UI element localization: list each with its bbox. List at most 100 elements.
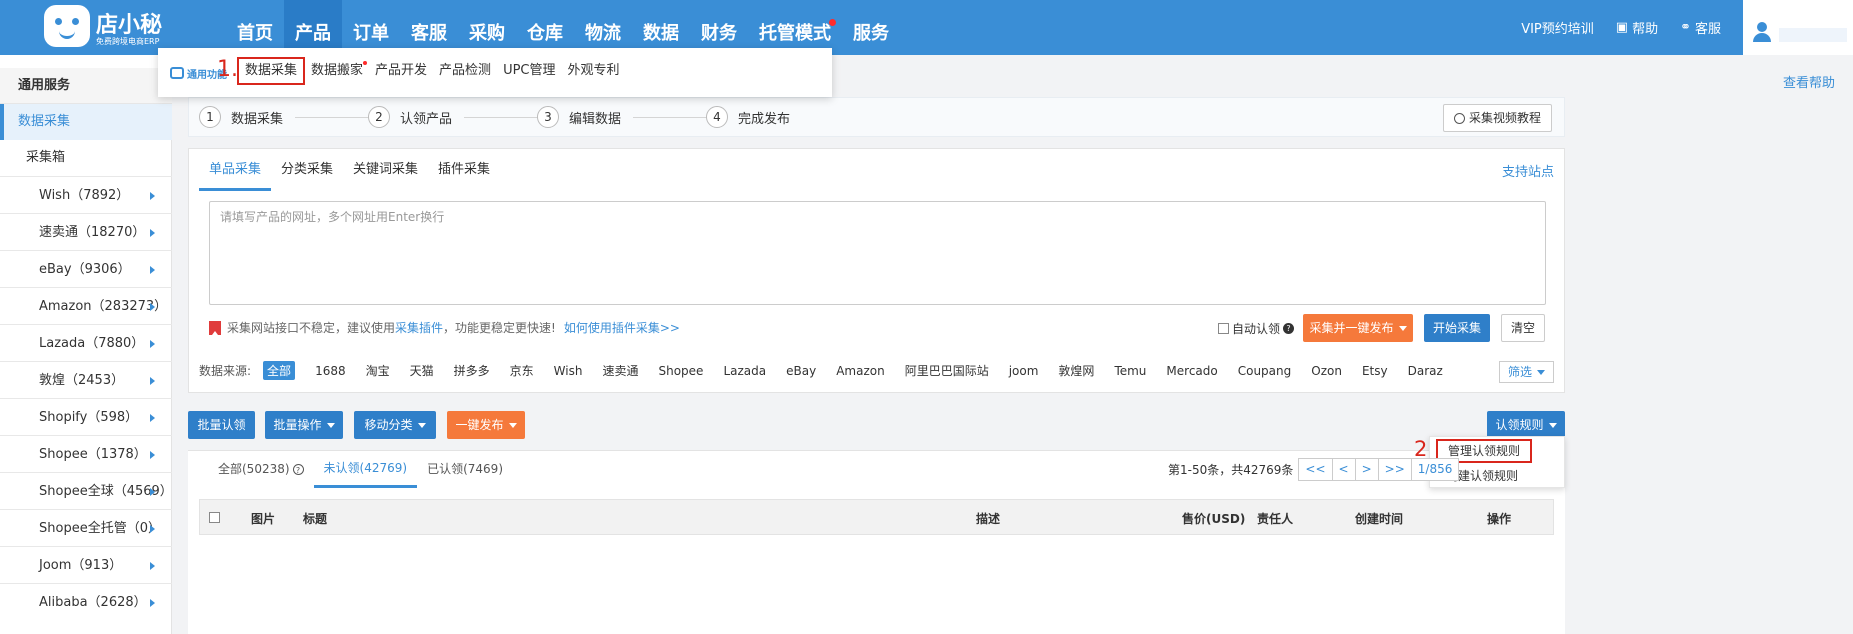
sidebar-item-lazada[interactable]: Lazada（7880）	[0, 324, 172, 361]
source-alibaba-intl[interactable]: 阿里巴巴国际站	[905, 362, 989, 379]
logo[interactable]: 店小秘 免费跨境电商ERP	[44, 3, 184, 51]
batch-ops-button[interactable]: 批量操作	[265, 411, 343, 439]
source-dhgate[interactable]: 敦煌网	[1058, 362, 1094, 379]
howto-plugin-link[interactable]: 如何使用插件采集>>	[564, 319, 680, 336]
source-shopee[interactable]: Shopee	[658, 364, 703, 378]
chevron-right-icon	[150, 340, 155, 348]
source-amazon[interactable]: Amazon	[836, 364, 885, 378]
source-coupang[interactable]: Coupang	[1238, 364, 1292, 378]
filter-button[interactable]: 筛选	[1498, 361, 1554, 383]
source-tmall[interactable]: 天猫	[410, 362, 434, 379]
tab-all[interactable]: 全部(50238)?	[208, 450, 314, 488]
submenu-design-patent[interactable]: 外观专利	[562, 57, 626, 85]
first-page-button[interactable]: <<	[1298, 458, 1333, 481]
sidebar-item-wish[interactable]: Wish（7892）	[0, 176, 172, 213]
url-input[interactable]	[209, 201, 1546, 305]
nav-hosting[interactable]: 托管模式	[748, 0, 842, 55]
nav-warehouse[interactable]: 仓库	[516, 0, 574, 55]
source-joom[interactable]: joom	[1009, 364, 1039, 378]
nav-finance[interactable]: 财务	[690, 0, 748, 55]
sidebar-item-ebay[interactable]: eBay（9306）	[0, 250, 172, 287]
play-icon	[1453, 112, 1465, 124]
last-page-button[interactable]: >>	[1377, 458, 1412, 481]
claim-rules-button[interactable]: 认领规则	[1487, 411, 1565, 439]
question-icon[interactable]: ?	[292, 463, 304, 475]
submenu-data-migration[interactable]: 数据搬家	[305, 57, 369, 85]
source-all[interactable]: 全部	[263, 361, 296, 380]
nav-home[interactable]: 首页	[226, 0, 284, 55]
username-placeholder	[1779, 28, 1847, 42]
help-link-top[interactable]: ▣ 帮助	[1616, 18, 1658, 37]
source-wish[interactable]: Wish	[554, 364, 583, 378]
plugin-link[interactable]: 采集插件	[395, 319, 443, 336]
submenu-product-check[interactable]: 产品检测	[433, 57, 497, 85]
tab-plugin-collect[interactable]: 插件采集	[428, 149, 500, 191]
nav-purchase[interactable]: 采购	[458, 0, 516, 55]
nav-data[interactable]: 数据	[632, 0, 690, 55]
move-category-button[interactable]: 移动分类	[354, 411, 436, 439]
next-page-button[interactable]: >	[1354, 458, 1379, 481]
chevron-right-icon	[150, 377, 155, 385]
tab-keyword-collect[interactable]: 关键词采集	[343, 149, 428, 191]
sidebar-item-data-collect[interactable]: 数据采集	[0, 104, 172, 140]
view-help-link[interactable]: 查看帮助	[1783, 72, 1835, 91]
source-etsy[interactable]: Etsy	[1362, 364, 1388, 378]
select-all-checkbox[interactable]	[209, 512, 220, 523]
sidebar-item-dhgate[interactable]: 敦煌（2453）	[0, 361, 172, 398]
sidebar-item-shopee[interactable]: Shopee（1378）	[0, 435, 172, 472]
user-menu[interactable]	[1743, 0, 1853, 55]
video-tutorial-button[interactable]: 采集视频教程	[1442, 104, 1552, 132]
source-temu[interactable]: Temu	[1114, 364, 1146, 378]
submenu-product-dev[interactable]: 产品开发	[369, 57, 433, 85]
tab-single-collect[interactable]: 单品采集	[199, 149, 272, 191]
clear-button[interactable]: 清空	[1501, 314, 1545, 342]
nav-product[interactable]: 产品	[284, 0, 342, 55]
sidebar-item-alibaba[interactable]: Alibaba（2628）	[0, 583, 172, 620]
tab-claimed[interactable]: 已认领(7469)	[417, 450, 513, 488]
source-daraz[interactable]: Daraz	[1408, 364, 1443, 378]
vip-training-link[interactable]: VIP预约培训	[1521, 18, 1594, 37]
nav-customer-service[interactable]: 客服	[400, 0, 458, 55]
tab-category-collect[interactable]: 分类采集	[271, 149, 343, 191]
chevron-right-icon	[150, 562, 155, 570]
source-ozon[interactable]: Ozon	[1311, 364, 1342, 378]
service-link[interactable]: ⚭ 客服	[1680, 18, 1721, 37]
source-mercado[interactable]: Mercado	[1166, 364, 1217, 378]
source-jd[interactable]: 京东	[510, 362, 534, 379]
source-pinduoduo[interactable]: 拼多多	[454, 362, 490, 379]
top-right-links: VIP预约培训 ▣ 帮助 ⚭ 客服	[1521, 0, 1853, 55]
sidebar-item-aliexpress[interactable]: 速卖通（18270）	[0, 213, 172, 250]
nav-logistics[interactable]: 物流	[574, 0, 632, 55]
sidebar-item-shopee-global[interactable]: Shopee全球（4569）	[0, 472, 173, 509]
collect-publish-button[interactable]: 采集并一键发布	[1303, 314, 1413, 342]
tab-unclaimed[interactable]: 未认领(42769)	[313, 450, 418, 488]
nav-order[interactable]: 订单	[342, 0, 400, 55]
source-aliexpress[interactable]: 速卖通	[602, 362, 638, 379]
submenu-data-collect[interactable]: 数据采集	[237, 57, 306, 85]
step-label: 编辑数据	[569, 111, 622, 127]
source-taobao[interactable]: 淘宝	[366, 362, 390, 379]
page-indicator[interactable]: 1/856	[1410, 458, 1460, 481]
sidebar-item-shopify[interactable]: Shopify（598）	[0, 398, 172, 435]
sidebar-item-shopee-managed[interactable]: Shopee全托管（0）	[0, 509, 172, 546]
source-ebay[interactable]: eBay	[786, 364, 816, 378]
submenu-upc[interactable]: UPC管理	[497, 57, 561, 85]
sidebar-item-label: Lazada（7880）	[39, 336, 145, 351]
sidebar-item-collect-box[interactable]: 采集箱	[26, 143, 65, 173]
start-collect-button[interactable]: 开始采集	[1424, 314, 1490, 342]
col-actions: 操作	[1487, 512, 1512, 526]
one-click-publish-button[interactable]: 一键发布	[447, 411, 525, 439]
auto-claim-checkbox[interactable]	[1218, 323, 1229, 334]
sidebar-item-joom[interactable]: Joom（913）	[0, 546, 172, 583]
prev-page-button[interactable]: <	[1331, 458, 1356, 481]
nav-services[interactable]: 服务	[842, 0, 900, 55]
support-sites-link[interactable]: 支持站点	[1502, 161, 1554, 180]
submenu-label: 数据搬家	[311, 63, 364, 78]
batch-claim-button[interactable]: 批量认领	[188, 411, 255, 439]
source-1688[interactable]: 1688	[315, 364, 346, 378]
sidebar-item-amazon[interactable]: Amazon（283273）	[0, 287, 172, 324]
question-icon[interactable]: ?	[1283, 323, 1295, 334]
auto-claim-option[interactable]: 自动认领 ?	[1218, 320, 1295, 337]
source-lazada[interactable]: Lazada	[723, 364, 766, 378]
claim-status-tabs: 全部(50238)? 未认领(42769) 已认领(7469)	[208, 450, 513, 488]
